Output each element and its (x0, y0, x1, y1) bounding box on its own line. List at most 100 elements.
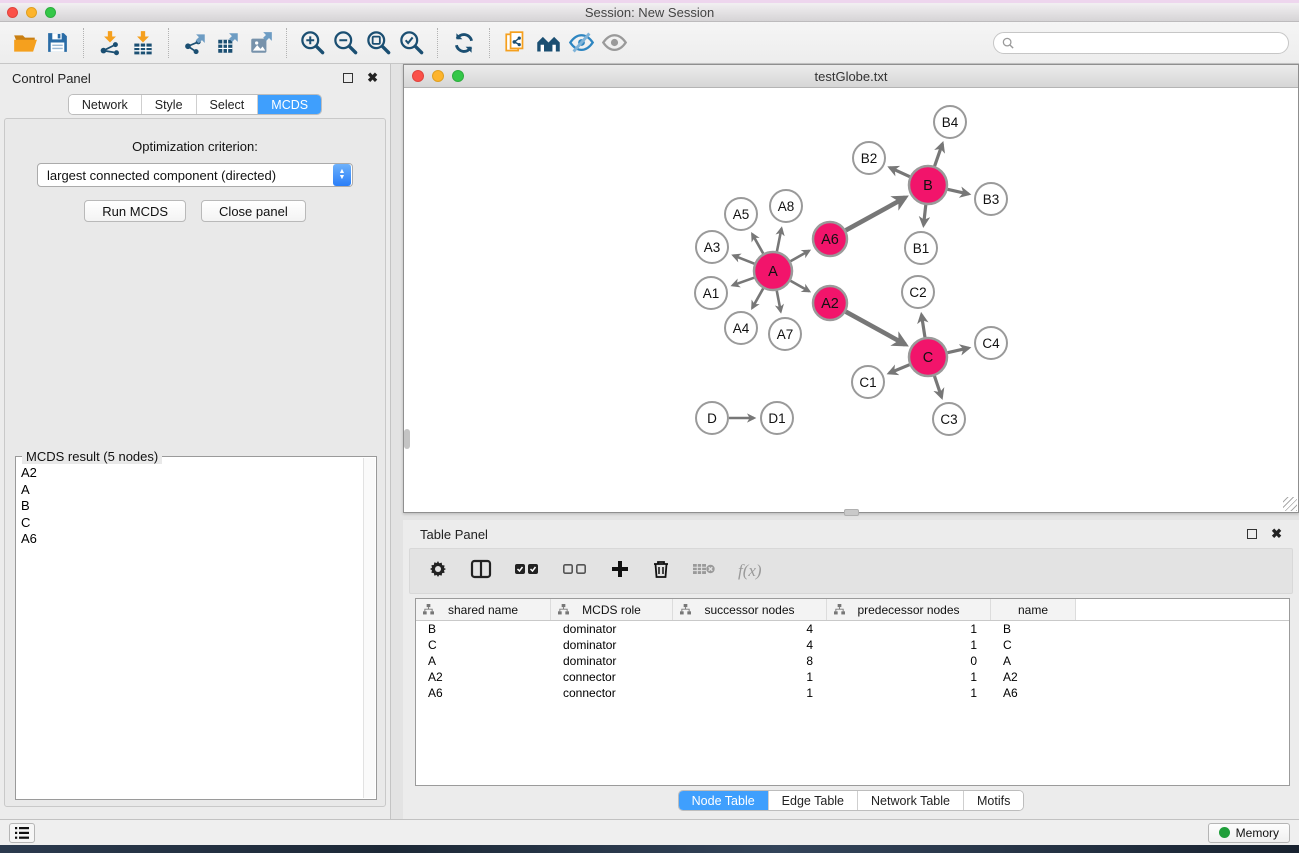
zoom-network-window-button[interactable] (452, 70, 464, 82)
mcds-result-item[interactable]: A (21, 482, 363, 499)
search-input[interactable] (1019, 36, 1280, 50)
show-all-icon[interactable] (598, 26, 631, 60)
mcds-result-item[interactable]: A6 (21, 531, 363, 548)
refresh-icon[interactable] (447, 26, 480, 60)
table-cell[interactable]: 1 (827, 685, 991, 701)
table-cell[interactable]: 1 (827, 669, 991, 685)
table-cell[interactable]: dominator (551, 637, 673, 653)
column-header-mcds-role[interactable]: MCDS role (551, 599, 673, 620)
table-cell[interactable]: C (991, 637, 1076, 653)
network-canvas[interactable]: B4B2BB3A8A5A6B1A3AA1C2A2A4A7CC4C1C3DD1 (404, 88, 1298, 512)
criterion-dropdown[interactable]: largest connected component (directed) ▲… (37, 163, 353, 187)
graph-edge[interactable] (752, 288, 763, 308)
column-header-name[interactable]: name (991, 599, 1076, 620)
graph-edge[interactable] (921, 315, 924, 338)
tab-select[interactable]: Select (197, 95, 259, 114)
graph-edge[interactable] (924, 205, 926, 225)
graph-edge[interactable] (777, 229, 782, 252)
close-table-panel-icon[interactable]: ✖ (1271, 529, 1282, 539)
table-cell[interactable]: dominator (551, 621, 673, 637)
tab-network[interactable]: Network (69, 95, 142, 114)
table-cell[interactable]: B (991, 621, 1076, 637)
table-cell[interactable]: 1 (673, 669, 827, 685)
add-column-icon[interactable] (610, 559, 630, 584)
table-cell[interactable]: A (991, 653, 1076, 669)
column-view-icon[interactable] (470, 559, 492, 584)
graph-edge[interactable] (889, 365, 909, 373)
tab-mcds[interactable]: MCDS (258, 95, 321, 114)
table-cell[interactable]: 1 (827, 637, 991, 653)
column-header-successor-nodes[interactable]: successor nodes (673, 599, 827, 620)
graph-edge[interactable] (935, 144, 943, 166)
graph-edge[interactable] (846, 312, 905, 345)
task-history-button[interactable] (9, 823, 35, 843)
tab-motifs[interactable]: Motifs (964, 791, 1023, 810)
float-table-panel-icon[interactable] (1247, 529, 1257, 539)
table-row[interactable]: Cdominator41C (416, 637, 1289, 653)
run-mcds-button[interactable]: Run MCDS (84, 200, 186, 222)
mcds-result-item[interactable]: B (21, 498, 363, 515)
result-scrollbar[interactable] (363, 458, 375, 798)
network-vertical-scroll-thumb[interactable] (404, 429, 410, 449)
import-table-icon[interactable] (126, 26, 159, 60)
zoom-selected-icon[interactable] (395, 26, 428, 60)
tab-node-table[interactable]: Node Table (679, 791, 769, 810)
window-resize-grip[interactable] (1283, 497, 1297, 511)
graph-edge[interactable] (752, 234, 763, 254)
table-cell[interactable]: A2 (991, 669, 1076, 685)
mcds-result-item[interactable]: C (21, 515, 363, 532)
export-image-icon[interactable] (244, 26, 277, 60)
memory-button[interactable]: Memory (1208, 823, 1290, 843)
table-row[interactable]: A6connector11A6 (416, 685, 1289, 701)
table-cell[interactable]: C (416, 637, 551, 653)
graph-edge[interactable] (846, 198, 905, 231)
graph-edge[interactable] (890, 168, 910, 177)
graph-edge[interactable] (733, 278, 754, 286)
deselect-all-checkboxes-icon[interactable] (562, 562, 588, 581)
close-network-window-button[interactable] (412, 70, 424, 82)
tab-style[interactable]: Style (142, 95, 197, 114)
graph-edge[interactable] (733, 255, 754, 263)
table-cell[interactable]: 4 (673, 637, 827, 653)
table-row[interactable]: Bdominator41B (416, 621, 1289, 637)
column-header-shared-name[interactable]: shared name (416, 599, 551, 620)
float-panel-icon[interactable] (343, 73, 353, 83)
table-cell[interactable]: connector (551, 685, 673, 701)
zoom-out-icon[interactable] (329, 26, 362, 60)
graph-edge[interactable] (948, 348, 969, 353)
graph-edge[interactable] (790, 251, 809, 261)
table-cell[interactable]: A6 (991, 685, 1076, 701)
settings-gear-icon[interactable] (428, 559, 448, 584)
close-panel-icon[interactable]: ✖ (367, 73, 378, 83)
delete-table-icon[interactable] (692, 561, 716, 582)
new-network-from-selection-icon[interactable] (499, 26, 532, 60)
delete-columns-icon[interactable] (652, 559, 670, 584)
close-panel-button[interactable]: Close panel (201, 200, 306, 222)
table-cell[interactable]: 4 (673, 621, 827, 637)
zoom-in-icon[interactable] (296, 26, 329, 60)
table-cell[interactable]: dominator (551, 653, 673, 669)
function-builder-icon[interactable]: f(x) (738, 561, 762, 581)
network-graph[interactable]: B4B2BB3A8A5A6B1A3AA1C2A2A4A7CC4C1C3DD1 (404, 88, 1298, 512)
mcds-result-item[interactable]: A2 (21, 465, 363, 482)
graph-edge[interactable] (790, 281, 809, 291)
save-session-icon[interactable] (41, 26, 74, 60)
export-table-icon[interactable] (211, 26, 244, 60)
import-network-icon[interactable] (93, 26, 126, 60)
table-row[interactable]: A2connector11A2 (416, 669, 1289, 685)
graph-edge[interactable] (948, 189, 969, 194)
table-cell[interactable]: 1 (673, 685, 827, 701)
table-cell[interactable]: 0 (827, 653, 991, 669)
table-row[interactable]: Adominator80A (416, 653, 1289, 669)
table-cell[interactable]: A6 (416, 685, 551, 701)
graph-edge[interactable] (934, 376, 941, 397)
network-horizontal-scroll-thumb[interactable] (844, 509, 859, 516)
table-cell[interactable]: B (416, 621, 551, 637)
search-field[interactable] (993, 32, 1289, 54)
tab-edge-table[interactable]: Edge Table (769, 791, 858, 810)
table-cell[interactable]: 1 (827, 621, 991, 637)
export-network-icon[interactable] (178, 26, 211, 60)
open-file-icon[interactable] (8, 26, 41, 60)
tab-network-table[interactable]: Network Table (858, 791, 964, 810)
zoom-fit-icon[interactable] (362, 26, 395, 60)
